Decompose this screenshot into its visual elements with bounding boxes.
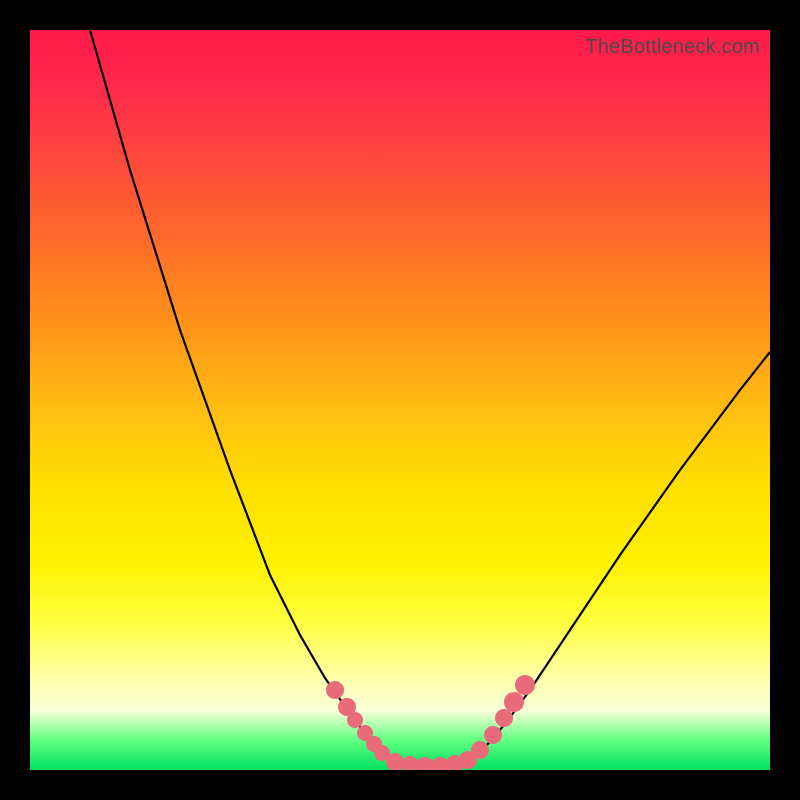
marker-dot xyxy=(471,741,489,759)
plot-area: TheBottleneck.com xyxy=(30,30,770,770)
marker-dot xyxy=(484,726,502,744)
marker-dot xyxy=(515,675,535,695)
marker-dot xyxy=(347,712,363,728)
marker-dot xyxy=(326,681,344,699)
marker-dot xyxy=(495,709,513,727)
bottleneck-curve xyxy=(30,30,770,770)
marker-dots-group xyxy=(326,675,535,770)
curve-left-branch xyxy=(90,30,390,762)
marker-dot xyxy=(504,692,524,712)
chart-frame: TheBottleneck.com xyxy=(0,0,800,800)
